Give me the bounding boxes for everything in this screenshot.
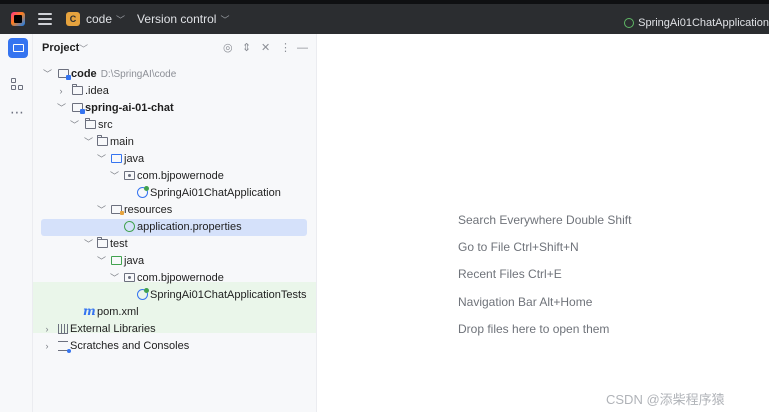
tree-row-idea[interactable]: › .idea [33, 83, 316, 100]
tree-label: com.bjpowernode [137, 272, 224, 284]
chevron-down-icon[interactable]: ﹀ [116, 13, 125, 26]
tree-label: test [110, 238, 128, 250]
chevron-down-icon[interactable]: ﹀ [110, 272, 119, 285]
tree-label: application.properties [137, 221, 242, 233]
hint-search-everywhere: Search Everywhere Double Shift [458, 213, 632, 227]
folder-icon [85, 118, 96, 129]
spring-boot-test-class-icon [137, 288, 149, 300]
chevron-down-icon[interactable]: ﹀ [84, 136, 93, 149]
package-icon [124, 171, 135, 180]
tree-row-module[interactable]: ﹀ spring-ai-01-chat [33, 100, 316, 117]
chevron-down-icon[interactable]: ﹀ [57, 102, 66, 115]
spring-boot-icon [624, 18, 635, 28]
hint-go-to-file: Go to File Ctrl+Shift+N [458, 240, 579, 254]
hint-navigation-bar: Navigation Bar Alt+Home [458, 295, 593, 309]
tree-label: Scratches and Consoles [70, 340, 190, 352]
chevron-down-icon[interactable]: ﹀ [70, 119, 79, 132]
tree-row-pom[interactable]: m pom.xml [33, 304, 316, 321]
tree-row-external-libraries[interactable]: › External Libraries [33, 321, 316, 338]
tree-label: .idea [85, 85, 109, 97]
tree-row-package-main[interactable]: ﹀ com.bjpowernode [33, 168, 316, 185]
tree-label: java [124, 255, 145, 267]
project-name[interactable]: code [86, 12, 112, 26]
tree-label: code D:\SpringAI\code [71, 68, 177, 80]
package-icon [124, 273, 135, 282]
panel-title[interactable]: Project [42, 42, 79, 54]
project-tool-window: Project ﹀ ◎ ⇕ ✕ ⋮ — ﹀ code D:\SpringAI\co… [33, 34, 317, 412]
tree-label: spring-ai-01-chat [85, 102, 174, 114]
tree-row-resources[interactable]: ﹀ resources [33, 202, 316, 219]
collapse-all-icon[interactable]: ✕ [261, 41, 270, 55]
test-source-folder-icon [111, 256, 122, 265]
source-folder-icon [111, 154, 122, 163]
tree-row-src[interactable]: ﹀ src [33, 117, 316, 134]
tree-row-application-properties[interactable]: application.properties [33, 219, 316, 236]
tree-label: pom.xml [97, 306, 139, 318]
tree-label: resources [124, 204, 173, 216]
hint-drop-files: Drop files here to open them [458, 322, 610, 336]
tree-label: SpringAi01ChatApplicationTests [150, 289, 307, 301]
hint-recent-files: Recent Files Ctrl+E [458, 267, 562, 281]
locate-icon[interactable]: ◎ [223, 41, 233, 55]
watermark: CSDN @添柴程序猿 [606, 392, 725, 407]
project-tool-window-icon[interactable] [8, 38, 28, 58]
tree-row-java-main[interactable]: ﹀ java [33, 151, 316, 168]
module-folder-icon [72, 103, 85, 114]
hide-icon[interactable]: — [297, 41, 308, 55]
folder-icon [72, 84, 83, 95]
chevron-down-icon[interactable]: ﹀ [43, 68, 52, 81]
chevron-right-icon[interactable]: › [43, 323, 51, 336]
module-folder-icon [58, 69, 71, 80]
tree-label: src [98, 119, 113, 131]
tree-label: External Libraries [70, 323, 156, 335]
chevron-down-icon[interactable]: ﹀ [97, 255, 106, 268]
tree-row-application-class[interactable]: SpringAi01ChatApplication [33, 185, 316, 202]
tree-row-scratches[interactable]: › Scratches and Consoles [33, 338, 316, 355]
spring-properties-icon [124, 221, 135, 232]
tool-window-strip: ⋯ [0, 34, 33, 412]
chevron-down-icon[interactable]: ﹀ [97, 204, 106, 217]
chevron-down-icon[interactable]: ﹀ [97, 153, 106, 166]
more-tool-windows-icon[interactable]: ⋯ [10, 104, 25, 121]
options-icon[interactable]: ⋮ [280, 41, 291, 55]
tree-row-test[interactable]: ﹀ test [33, 236, 316, 253]
tree-row-code[interactable]: ﹀ code D:\SpringAI\code [33, 66, 316, 83]
folder-icon [97, 135, 108, 146]
maven-icon: m [83, 304, 96, 318]
tree-row-main[interactable]: ﹀ main [33, 134, 316, 151]
chevron-down-icon[interactable]: ﹀ [79, 42, 88, 55]
chevron-right-icon[interactable]: › [57, 85, 65, 98]
project-badge[interactable]: C [66, 12, 80, 26]
resources-folder-icon [111, 205, 124, 215]
intellij-logo-icon[interactable] [11, 12, 25, 26]
main-menu-icon[interactable] [38, 13, 52, 25]
structure-icon[interactable] [11, 78, 25, 92]
tree-label: SpringAi01ChatApplication [150, 187, 281, 199]
expand-all-icon[interactable]: ⇕ [242, 41, 251, 55]
chevron-down-icon[interactable]: ﹀ [220, 13, 229, 26]
editor-empty-state: Search Everywhere Double Shift Go to Fil… [317, 34, 769, 412]
tree-row-tests-class[interactable]: SpringAi01ChatApplicationTests [33, 287, 316, 304]
title-bar: C code ﹀ Version control ﹀ SpringAi01Cha… [0, 0, 769, 34]
scratches-icon [58, 341, 71, 353]
chevron-down-icon[interactable]: ﹀ [84, 238, 93, 251]
chevron-right-icon[interactable]: › [43, 340, 51, 353]
spring-boot-class-icon [137, 186, 149, 198]
tree-label: com.bjpowernode [137, 170, 224, 182]
folder-icon [97, 237, 108, 248]
project-panel-header: Project ﹀ ◎ ⇕ ✕ ⋮ — [33, 34, 317, 62]
tree-row-java-test[interactable]: ﹀ java [33, 253, 316, 270]
tree-label: main [110, 136, 134, 148]
tree-label: java [124, 153, 145, 165]
chevron-down-icon[interactable]: ﹀ [110, 170, 119, 183]
tree-row-package-test[interactable]: ﹀ com.bjpowernode [33, 270, 316, 287]
library-icon [58, 324, 68, 334]
run-config-name: SpringAi01ChatApplication [638, 17, 769, 29]
version-control-menu[interactable]: Version control [137, 12, 216, 26]
